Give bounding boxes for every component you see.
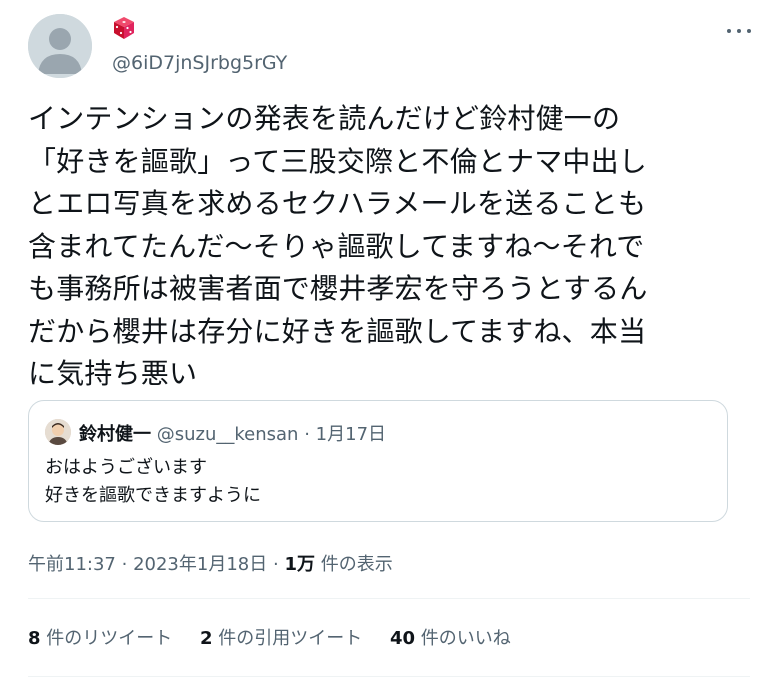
divider <box>28 676 750 677</box>
views-label: 件の表示 <box>320 554 393 575</box>
tweet-text-line: も事務所は被害者面で櫻井孝宏を守ろうとするん <box>28 272 648 305</box>
author-avatar[interactable] <box>28 14 92 78</box>
quoted-text-line: おはようございます <box>45 457 207 478</box>
more-options-icon[interactable] <box>726 20 752 40</box>
quoted-tweet[interactable]: 鈴村健一 @suzu__kensan · 1月17日 おはようございます 好きを… <box>28 400 728 522</box>
quoted-header: 鈴村健一 @suzu__kensan · 1月17日 <box>79 420 386 446</box>
tweet-text-line: インテンションの発表を読んだけど鈴村健一の <box>28 102 621 135</box>
retweets-stat[interactable]: 8 件のリツイート <box>28 628 172 649</box>
author-handle[interactable]: @6iD7jnSJrbg5rGY <box>112 52 287 74</box>
quote-tweets-stat[interactable]: 2 件の引用ツイート <box>200 628 362 649</box>
retweets-count: 8 <box>28 628 41 649</box>
likes-stat[interactable]: 40 件のいいね <box>390 628 511 649</box>
tweet-text-line: とエロ写真を求めるセクハラメールを送ることも <box>28 187 647 220</box>
tweet-text-line: 「好きを謳歌」って三股交際と不倫とナマ中出し <box>28 144 648 178</box>
tweet-stats: 8 件のリツイート 2 件の引用ツイート 40 件のいいね <box>28 624 533 650</box>
separator-dot: · <box>272 554 279 575</box>
divider <box>28 598 750 599</box>
quoted-text: おはようございます 好きを謳歌できますように <box>45 454 261 510</box>
tweet-text-line: に気持ち悪い <box>28 357 198 390</box>
red-dice-icon <box>114 17 134 39</box>
tweet-date[interactable]: 2023年1月18日 <box>133 554 267 575</box>
quoted-text-line: 好きを謳歌できますように <box>45 485 261 506</box>
likes-count: 40 <box>390 628 416 649</box>
tweet-time[interactable]: 午前11:37 <box>28 554 116 575</box>
retweets-label: 件のリツイート <box>46 628 173 649</box>
quoted-author-avatar[interactable] <box>45 419 71 445</box>
tweet-text: インテンションの発表を読んだけど鈴村健一の 「好きを謳歌」って三股交際と不倫とナ… <box>28 98 733 396</box>
likes-label: 件のいいね <box>420 628 511 649</box>
separator-dot: · <box>304 424 310 445</box>
quoted-author-name[interactable]: 鈴村健一 <box>79 424 151 445</box>
quoted-author-handle[interactable]: @suzu__kensan <box>157 424 299 445</box>
tweet-text-line: だから櫻井は存分に好きを謳歌してますね、本当 <box>28 314 647 348</box>
quote-tweets-count: 2 <box>200 628 213 649</box>
separator-dot: · <box>121 554 128 575</box>
views-count: 1万 <box>284 554 315 575</box>
quote-tweets-label: 件の引用ツイート <box>218 628 363 649</box>
quoted-date[interactable]: 1月17日 <box>316 424 386 445</box>
tweet-metadata: 午前11:37 · 2023年1月18日 · 1万 件の表示 <box>28 550 393 576</box>
tweet-text-line: 含まれてたんだ〜そりゃ謳歌してますね〜それで <box>28 229 645 263</box>
tweet-header: @6iD7jnSJrbg5rGY <box>28 14 758 80</box>
author-display-name[interactable] <box>112 16 136 44</box>
